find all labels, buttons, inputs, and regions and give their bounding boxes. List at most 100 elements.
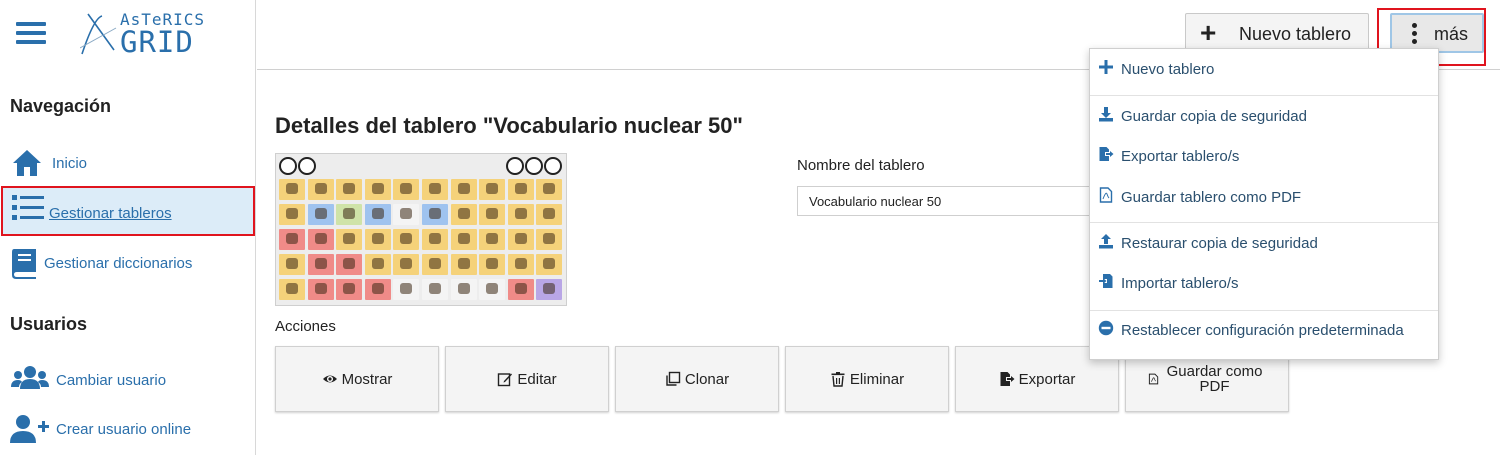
sidebar-item-crear-usuario-online[interactable]: Crear usuario online bbox=[0, 406, 256, 452]
sidebar-item-gestionar-tableros[interactable]: Gestionar tableros bbox=[1, 186, 255, 236]
menu-divider bbox=[1090, 95, 1438, 96]
board-preview-thumbnail[interactable] bbox=[275, 153, 567, 306]
preview-cell bbox=[450, 229, 477, 250]
menu-item-label: Restaurar copia de seguridad bbox=[1121, 235, 1318, 252]
preview-cell bbox=[450, 204, 477, 225]
preview-cell bbox=[336, 254, 363, 275]
preview-cell bbox=[479, 254, 506, 275]
delete-button-label: Eliminar bbox=[849, 370, 905, 388]
logo-mark-icon bbox=[80, 13, 117, 55]
pdf-icon bbox=[1148, 373, 1159, 385]
user-plus-icon bbox=[10, 415, 49, 443]
preview-cell bbox=[279, 254, 305, 275]
delete-button[interactable]: Eliminar bbox=[785, 346, 949, 412]
menu-item-label: Importar tablero/s bbox=[1121, 275, 1239, 292]
preview-cell bbox=[393, 254, 420, 275]
preview-cell bbox=[393, 229, 420, 250]
vertical-dots-icon bbox=[1412, 21, 1418, 45]
preview-cell bbox=[393, 179, 420, 200]
minus-circle-icon bbox=[1098, 320, 1114, 336]
clone-icon bbox=[666, 371, 681, 386]
more-button[interactable]: más bbox=[1390, 13, 1484, 53]
plus-icon: + bbox=[1200, 17, 1217, 48]
preview-cell bbox=[336, 204, 363, 225]
menu-item-new-board[interactable]: Nuevo tablero bbox=[1090, 50, 1438, 88]
preview-cell bbox=[479, 229, 506, 250]
menu-item-save-backup[interactable]: Guardar copia de seguridad bbox=[1090, 97, 1438, 135]
preview-cell bbox=[507, 229, 534, 250]
save-pdf-content: Guardar como PDF bbox=[1148, 364, 1266, 394]
menu-item-label: Exportar tablero/s bbox=[1121, 148, 1240, 165]
preview-cell bbox=[307, 279, 334, 300]
home-icon bbox=[13, 150, 41, 176]
preview-cell bbox=[307, 204, 334, 225]
new-board-label: Nuevo tablero bbox=[1239, 24, 1352, 44]
clone-button-label: Clonar bbox=[684, 370, 730, 388]
preview-cell bbox=[393, 279, 420, 300]
preview-cell bbox=[422, 279, 448, 300]
clone-button[interactable]: Clonar bbox=[615, 346, 779, 412]
preview-cell bbox=[507, 254, 534, 275]
sidebar-item-label: Inicio bbox=[52, 155, 88, 172]
show-button[interactable]: Mostrar bbox=[275, 346, 439, 412]
preview-cell bbox=[536, 279, 563, 300]
edit-button-label: Editar bbox=[517, 370, 557, 388]
preview-cell bbox=[536, 254, 563, 275]
preview-cell bbox=[364, 254, 391, 275]
menu-item-import-boards[interactable]: Importar tablero/s bbox=[1090, 264, 1438, 302]
menu-item-save-board-pdf[interactable]: Guardar tablero como PDF bbox=[1090, 178, 1438, 216]
sidebar: AsTeRICS GRID Navegación Inicio Gestiona… bbox=[0, 0, 256, 455]
preview-refresh-icon bbox=[298, 157, 316, 175]
preview-cell bbox=[422, 204, 448, 225]
menu-item-reset-config[interactable]: Restablecer configuración predeterminada bbox=[1090, 311, 1438, 349]
nav-section-title: Navegación bbox=[10, 96, 112, 116]
menu-item-export-boards[interactable]: Exportar tablero/s bbox=[1090, 137, 1438, 175]
export-icon bbox=[1000, 372, 1015, 386]
preview-cell bbox=[450, 254, 477, 275]
preview-cell bbox=[307, 179, 334, 200]
menu-item-restore-backup[interactable]: Restaurar copia de seguridad bbox=[1090, 224, 1438, 262]
actions-label: Acciones bbox=[275, 318, 336, 335]
save-pdf-button-label: Guardar como PDF bbox=[1166, 363, 1263, 395]
menu-item-label: Guardar copia de seguridad bbox=[1121, 108, 1307, 125]
preview-cell bbox=[507, 179, 534, 200]
preview-cell bbox=[422, 179, 448, 200]
board-name-input[interactable] bbox=[797, 186, 1097, 216]
preview-cell bbox=[364, 179, 391, 200]
page-title: Detalles del tablero "Vocabulario nuclea… bbox=[275, 113, 743, 138]
download-icon bbox=[1099, 107, 1113, 122]
sidebar-item-gestionar-diccionarios[interactable]: Gestionar diccionarios bbox=[0, 240, 256, 286]
file-import-icon bbox=[1099, 274, 1113, 288]
preview-cell bbox=[279, 179, 305, 200]
board-name-label: Nombre del tablero bbox=[797, 157, 925, 174]
preview-cell bbox=[364, 279, 391, 300]
sidebar-item-cambiar-usuario[interactable]: Cambiar usuario bbox=[0, 357, 256, 403]
sidebar-item-label: Gestionar tableros bbox=[49, 205, 172, 222]
preview-cell bbox=[307, 254, 334, 275]
show-button-label: Mostrar bbox=[341, 370, 393, 388]
preview-play-icon bbox=[506, 157, 524, 175]
preview-cell bbox=[279, 279, 305, 300]
hamburger-menu-icon[interactable] bbox=[16, 22, 46, 44]
menu-item-label: Guardar tablero como PDF bbox=[1121, 189, 1302, 206]
preview-cell bbox=[422, 254, 448, 275]
upload-icon bbox=[1099, 234, 1113, 249]
sidebar-item-label: Cambiar usuario bbox=[56, 372, 167, 389]
sidebar-item-label: Gestionar diccionarios bbox=[44, 255, 193, 272]
new-board-button[interactable]: + Nuevo tablero bbox=[1185, 13, 1369, 53]
preview-cell bbox=[450, 279, 477, 300]
app-logo: AsTeRICS GRID bbox=[80, 8, 230, 60]
edit-button[interactable]: Editar bbox=[445, 346, 609, 412]
book-icon bbox=[12, 249, 36, 279]
sidebar-item-label: Crear usuario online bbox=[56, 421, 192, 438]
file-export-icon bbox=[1099, 147, 1114, 161]
file-pdf-icon bbox=[1099, 187, 1113, 203]
preview-cell bbox=[507, 279, 534, 300]
preview-cell bbox=[422, 229, 448, 250]
users-section-title: Usuarios bbox=[10, 314, 88, 334]
preview-cell bbox=[479, 179, 506, 200]
more-dropdown-menu: Nuevo tablero Guardar copia de seguridad… bbox=[1089, 48, 1439, 360]
sidebar-item-inicio[interactable]: Inicio bbox=[0, 140, 256, 186]
menu-divider bbox=[1090, 222, 1438, 223]
preview-backspace-icon bbox=[525, 157, 543, 175]
